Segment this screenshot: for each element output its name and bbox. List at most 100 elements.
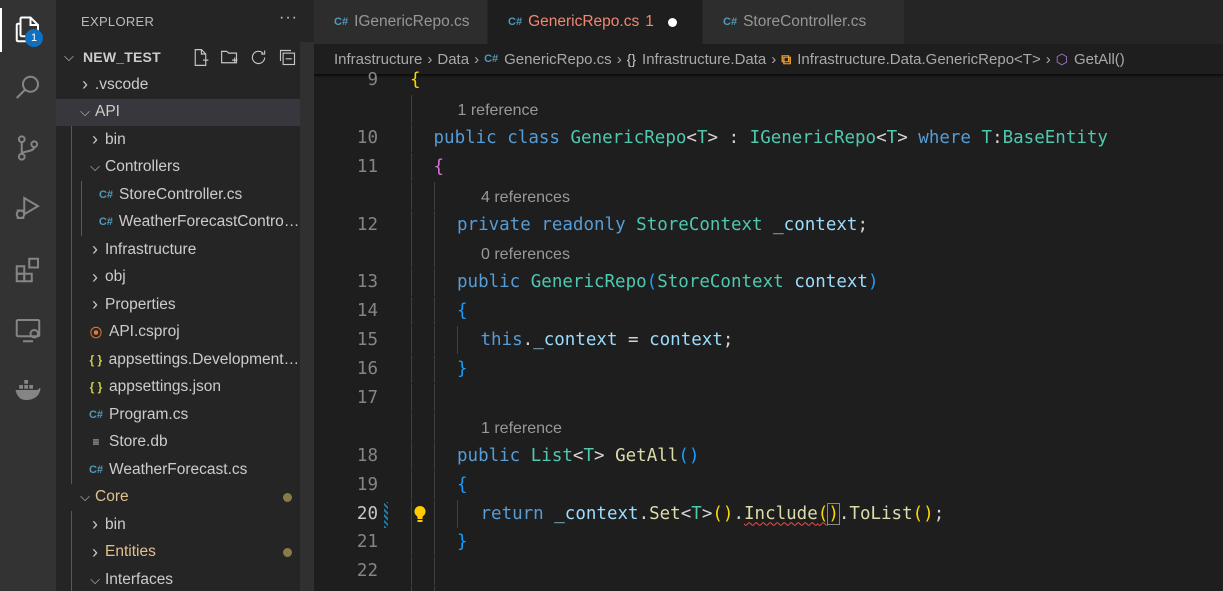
- collapse-all-icon[interactable]: [277, 47, 298, 68]
- breadcrumb-item[interactable]: GetAll(): [1074, 51, 1125, 68]
- code-text[interactable]: this._context = context;: [481, 330, 734, 350]
- code-line: 14 {: [314, 297, 1223, 326]
- breadcrumb-item[interactable]: Infrastructure.Data.GenericRepo<T>: [797, 51, 1040, 68]
- code-text[interactable]: public List<T> GetAll(): [457, 446, 699, 466]
- active-indicator: [0, 8, 2, 52]
- csharp-file-icon: C#: [334, 16, 349, 28]
- code-text[interactable]: {: [457, 475, 468, 495]
- code-text[interactable]: public GenericRepo(StoreContext context): [457, 272, 879, 292]
- codelens-references[interactable]: 0 references: [481, 246, 570, 264]
- code-token: this: [480, 330, 523, 351]
- unsaved-dot-icon[interactable]: [667, 17, 677, 27]
- code-editor[interactable]: 9{1 reference 10 public class GenericRepo<…: [314, 70, 1223, 591]
- section-actions: [190, 47, 298, 68]
- tab-genericrepo-cs[interactable]: C# GenericRepo.cs 1: [488, 0, 703, 44]
- file-item[interactable]: C# WeatherForecast.cs: [56, 456, 300, 484]
- file-item[interactable]: { } appsettings.Development.j...: [56, 346, 300, 374]
- breadcrumb-item[interactable]: GenericRepo.cs: [504, 51, 612, 68]
- chevron-right-icon: ›: [92, 239, 98, 260]
- file-item[interactable]: C# StoreController.cs: [56, 181, 300, 209]
- new-file-icon[interactable]: [190, 47, 211, 68]
- chevron-down-icon: ⌵: [80, 104, 90, 120]
- tab-storecontroller-cs[interactable]: C# StoreController.cs: [703, 0, 905, 44]
- breadcrumb-item[interactable]: Data: [437, 51, 469, 68]
- lightbulb-icon[interactable]: [412, 505, 428, 525]
- code-token: private: [457, 214, 531, 235]
- refresh-icon[interactable]: [248, 47, 269, 68]
- breadcrumb-item[interactable]: Infrastructure.Data: [642, 51, 766, 68]
- code-token: T: [886, 127, 898, 148]
- explorer-sidebar: EXPLORER ··· ⌵ NEW_TEST › .vscode ⌵ API › bin…: [56, 0, 314, 591]
- codelens-references[interactable]: 4 references: [481, 189, 570, 207]
- code-text[interactable]: return _context.Set<T>().Include().ToLis…: [481, 502, 944, 525]
- indent-guide: [71, 566, 72, 591]
- indent-guide: [434, 586, 435, 591]
- indent-guide: [411, 441, 412, 470]
- new-folder-icon[interactable]: [219, 47, 240, 68]
- breadcrumb-item[interactable]: Infrastructure: [334, 51, 422, 68]
- sidebar-scrollbar[interactable]: [300, 42, 314, 591]
- search-icon[interactable]: [8, 68, 48, 108]
- codelens-row: 4 references: [314, 181, 1223, 210]
- code-text[interactable]: private readonly StoreContext _context;: [457, 215, 868, 235]
- line-number: 21: [356, 532, 378, 553]
- folder-item[interactable]: ⌵ API: [56, 98, 300, 126]
- folder-item[interactable]: › bin: [56, 126, 300, 154]
- indent-guide: [434, 297, 435, 326]
- tree-item-label: Interfaces: [105, 570, 174, 588]
- folder-item[interactable]: ⌵ Controllers: [56, 153, 300, 181]
- chevron-down-icon: ⌵: [64, 49, 74, 64]
- codelens-references[interactable]: 1 reference: [458, 102, 539, 120]
- folder-item[interactable]: › Properties: [56, 291, 300, 319]
- file-item[interactable]: C# WeatherForecastControll...: [56, 208, 300, 236]
- more-actions-icon[interactable]: ···: [279, 9, 298, 27]
- code-text[interactable]: public class GenericRepo<T> : IGenericRe…: [434, 128, 1108, 148]
- tab-label: StoreController.cs: [743, 13, 867, 30]
- code-text[interactable]: }: [457, 359, 468, 379]
- code-token: (: [817, 503, 829, 524]
- extensions-icon[interactable]: [8, 250, 48, 290]
- meth-symbol-icon: ⬡: [1055, 50, 1068, 67]
- code-token: where: [918, 127, 971, 148]
- folder-item[interactable]: ⌵ Interfaces: [56, 566, 300, 591]
- folder-item[interactable]: › obj: [56, 263, 300, 291]
- run-debug-icon[interactable]: [8, 188, 48, 228]
- indent-guide: [434, 326, 435, 355]
- code-text[interactable]: }: [457, 532, 468, 552]
- folder-item[interactable]: › bin: [56, 511, 300, 539]
- code-token: GetAll: [615, 445, 679, 466]
- folder-item[interactable]: ⌵ Core: [56, 484, 300, 512]
- folder-item[interactable]: › Infrastructure: [56, 236, 300, 264]
- source-control-icon[interactable]: [8, 128, 48, 168]
- file-item[interactable]: { } appsettings.json: [56, 373, 300, 401]
- line-number: 9: [367, 70, 378, 90]
- code-line: 12 private readonly StoreContext _context…: [314, 210, 1223, 239]
- indent-guide: [411, 152, 412, 181]
- file-item[interactable]: ≡ Store.db: [56, 428, 300, 456]
- remote-explorer-icon[interactable]: [8, 310, 48, 350]
- code-text[interactable]: {: [434, 157, 445, 177]
- indent-guide: [81, 181, 82, 209]
- docker-icon[interactable]: [8, 370, 48, 410]
- file-item[interactable]: ⦿ API.csproj: [56, 318, 300, 346]
- code-token: ToList: [849, 503, 913, 524]
- indent-guide: [434, 528, 435, 557]
- code-token: {: [457, 474, 468, 495]
- codelens-references[interactable]: 1 reference: [481, 420, 562, 438]
- chevron-right-icon: ›: [92, 294, 98, 315]
- indent-guide: [434, 355, 435, 383]
- code-text[interactable]: {: [410, 70, 421, 90]
- indent-guide: [81, 208, 82, 236]
- folder-item[interactable]: › Entities: [56, 538, 300, 566]
- file-item[interactable]: C# Program.cs: [56, 401, 300, 429]
- cs-symbol-icon: C#: [484, 53, 499, 65]
- workspace-section-header[interactable]: ⌵ NEW_TEST: [56, 44, 300, 70]
- code-token: Include: [744, 503, 818, 524]
- folder-item[interactable]: › .vscode: [56, 71, 300, 99]
- code-line: 13 public GenericRepo(StoreContext contex…: [314, 268, 1223, 297]
- tab-igenericrepo-cs[interactable]: C# IGenericRepo.cs: [314, 0, 488, 44]
- code-text[interactable]: {: [457, 301, 468, 321]
- code-token: }: [457, 359, 468, 379]
